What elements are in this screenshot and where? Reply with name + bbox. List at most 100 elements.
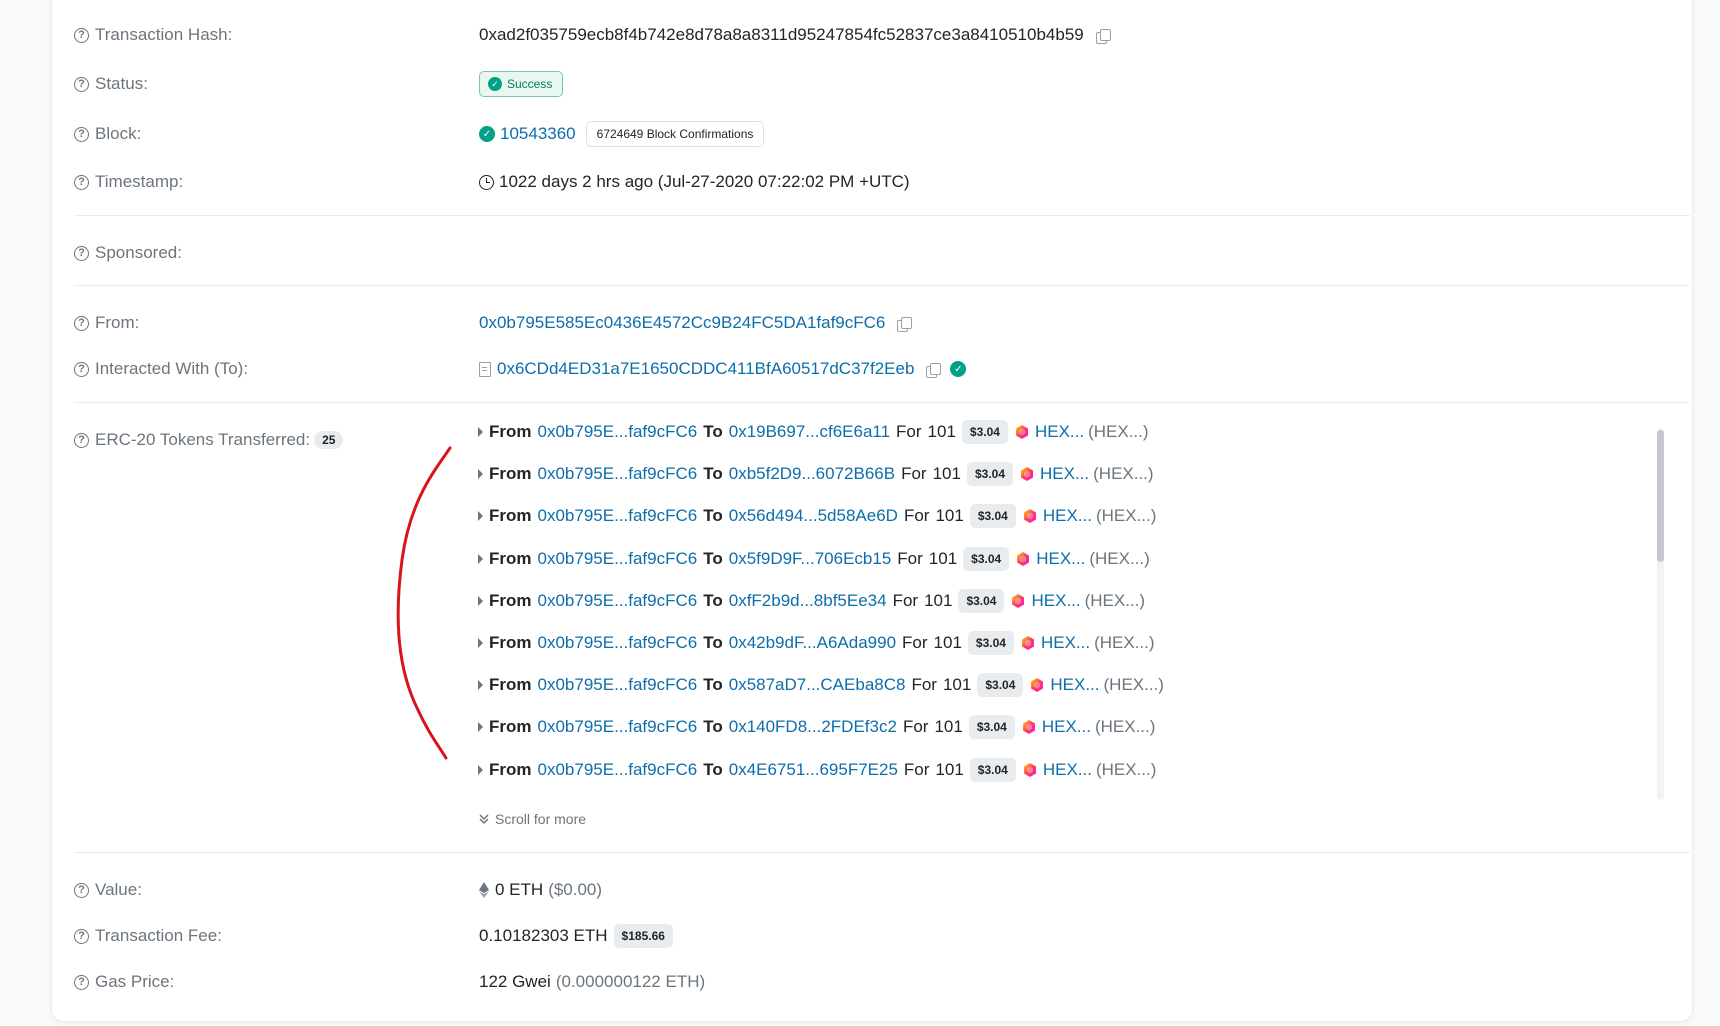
token-transfers-list[interactable]: From 0x0b795E...faf9cFC6 To 0x19B697...cf6E… xyxy=(478,418,1653,800)
scrollbar-thumb[interactable] xyxy=(1657,430,1664,562)
transfer-to-link[interactable]: 0x5f9D9F...706Ecb15 xyxy=(729,549,892,569)
transfer-from-link[interactable]: 0x0b795E...faf9cFC6 xyxy=(538,549,698,569)
question-circle-icon[interactable]: ? xyxy=(74,126,89,142)
gas-row: ? Gas Price: 122 Gwei (0.000000122 ETH) xyxy=(74,968,1690,996)
tx-hash-value: 0xad2f035759ecb8f4b742e8d78a8a8311d95247… xyxy=(479,25,1084,44)
fee-row: ? Transaction Fee: 0.10182303 ETH $185.6… xyxy=(74,922,1690,950)
status-badge: ✓ Success xyxy=(479,71,564,97)
for-word: For xyxy=(903,759,930,779)
to-label-text: Interacted With (To): xyxy=(95,359,249,378)
fee-eth: 0.10182303 ETH xyxy=(479,926,608,945)
gas-label-text: Gas Price: xyxy=(95,972,175,991)
caret-right-icon[interactable] xyxy=(478,638,483,648)
token-transfer-row: From 0x0b795E...faf9cFC6 To 0xb5f2D9...6072… xyxy=(478,460,1154,488)
question-circle-icon[interactable]: ? xyxy=(74,928,89,944)
transfer-from-link[interactable]: 0x0b795E...faf9cFC6 xyxy=(538,633,698,653)
token-name-link[interactable]: HEX... xyxy=(1050,675,1099,695)
caret-right-icon[interactable] xyxy=(478,553,483,564)
caret-right-icon[interactable] xyxy=(478,511,483,522)
transfer-to-link[interactable]: 0x587aD7...CAEba8C8 xyxy=(729,675,906,695)
transfer-to-link[interactable]: 0xb5f2D9...6072B66B xyxy=(729,464,895,484)
question-circle-icon[interactable]: ? xyxy=(74,432,89,448)
transfer-price-badge: $3.04 xyxy=(968,715,1015,740)
transfer-to-link[interactable]: 0x4E6751...695F7E25 xyxy=(729,760,898,780)
token-name-link[interactable]: HEX... xyxy=(1041,633,1090,653)
question-circle-icon[interactable]: ? xyxy=(74,974,89,990)
hex-token-icon xyxy=(1022,720,1035,735)
divider xyxy=(74,215,1690,216)
token-name-link[interactable]: HEX... xyxy=(1035,422,1084,442)
transfer-price-badge: $3.04 xyxy=(961,420,1008,444)
caret-right-icon[interactable] xyxy=(478,764,483,775)
for-word: For xyxy=(896,422,922,441)
transfer-from-link[interactable]: 0x0b795E...faf9cFC6 xyxy=(538,464,698,484)
hex-token-icon xyxy=(1031,678,1044,693)
question-circle-icon[interactable]: ? xyxy=(74,174,89,190)
transfer-price-badge: $3.04 xyxy=(977,673,1024,698)
scroll-for-more[interactable]: Scroll for more xyxy=(478,811,586,827)
transfer-price-badge: $3.04 xyxy=(967,631,1014,655)
gas-eth: (0.000000122 ETH) xyxy=(555,972,706,991)
question-circle-icon[interactable]: ? xyxy=(74,27,89,43)
caret-right-icon[interactable] xyxy=(478,469,483,480)
question-circle-icon[interactable]: ? xyxy=(74,245,89,261)
transfer-from-link[interactable]: 0x0b795E...faf9cFC6 xyxy=(538,506,698,526)
sponsored-row: ? Sponsored: xyxy=(74,239,1690,267)
caret-right-icon[interactable] xyxy=(478,427,483,437)
transfer-price-badge: $3.04 xyxy=(963,546,1010,571)
for-word: For xyxy=(903,506,930,526)
copy-icon[interactable] xyxy=(1095,28,1111,44)
token-symbol: (HEX...) xyxy=(1093,464,1154,484)
token-transfer-row: From 0x0b795E...faf9cFC6 To 0x42b9dF...A6Ad… xyxy=(478,629,1155,657)
caret-right-icon[interactable] xyxy=(478,722,483,733)
transfer-to-link[interactable]: 0x56d494...5d58Ae6D xyxy=(729,506,898,526)
from-word: From xyxy=(489,506,532,526)
from-word: From xyxy=(489,590,532,610)
copy-icon[interactable] xyxy=(897,316,913,332)
token-name-link[interactable]: HEX... xyxy=(1036,549,1085,569)
to-address-link[interactable]: 0x6CDd4ED31a7E1650CDDC411BfA60517dC37f2E… xyxy=(497,359,914,379)
to-word: To xyxy=(703,759,723,779)
transfer-to-link[interactable]: 0x19B697...cf6E6a11 xyxy=(729,422,890,442)
transfer-amount: 101 xyxy=(934,717,963,737)
chevrons-down-icon xyxy=(479,814,489,825)
block-number-link[interactable]: 10543360 xyxy=(500,124,576,144)
gas-gwei: 122 Gwei xyxy=(479,972,551,991)
question-circle-icon[interactable]: ? xyxy=(74,361,89,377)
caret-right-icon[interactable] xyxy=(478,595,483,606)
transfer-to-link[interactable]: 0x140FD8...2FDEf3c2 xyxy=(729,717,897,737)
question-circle-icon[interactable]: ? xyxy=(74,76,89,92)
token-name-link[interactable]: HEX... xyxy=(1043,506,1092,526)
status-row: ? Status: ✓ Success xyxy=(74,67,1690,101)
divider xyxy=(74,402,1690,403)
caret-right-icon[interactable] xyxy=(478,680,483,691)
block-label: ? Block: xyxy=(74,124,479,144)
transfer-from-link[interactable]: 0x0b795E...faf9cFC6 xyxy=(538,760,698,780)
token-name-link[interactable]: HEX... xyxy=(1040,464,1089,484)
clock-icon xyxy=(479,174,494,190)
token-name-link[interactable]: HEX... xyxy=(1043,760,1092,780)
check-circle-icon: ✓ xyxy=(950,361,967,377)
hex-token-icon xyxy=(1021,636,1034,650)
transfer-from-link[interactable]: 0x0b795E...faf9cFC6 xyxy=(538,422,698,442)
transfer-from-link[interactable]: 0x0b795E...faf9cFC6 xyxy=(538,675,698,695)
copy-icon[interactable] xyxy=(926,362,942,378)
token-name-link[interactable]: HEX... xyxy=(1031,591,1080,611)
transfer-from-link[interactable]: 0x0b795E...faf9cFC6 xyxy=(538,591,698,611)
token-name-link[interactable]: HEX... xyxy=(1042,717,1091,737)
transfer-to-link[interactable]: 0x42b9dF...A6Ada990 xyxy=(729,633,896,653)
to-word: To xyxy=(703,590,723,610)
transfer-from-link[interactable]: 0x0b795E...faf9cFC6 xyxy=(538,717,698,737)
to-word: To xyxy=(703,717,723,737)
token-symbol: (HEX...) xyxy=(1089,548,1150,568)
value-label: ? Value: xyxy=(74,880,479,900)
question-circle-icon[interactable]: ? xyxy=(74,315,89,331)
question-circle-icon[interactable]: ? xyxy=(74,882,89,898)
token-symbol: (HEX...) xyxy=(1094,717,1156,737)
transfer-to-link[interactable]: 0xfF2b9d...8bf5Ee34 xyxy=(729,591,887,611)
block-row: ? Block: ✓ 10543360 6724649 Block Confir… xyxy=(74,118,1690,150)
from-word: From xyxy=(489,422,532,441)
tokens-label-text: ERC-20 Tokens Transferred: xyxy=(95,430,311,449)
transfer-price-badge: $3.04 xyxy=(969,757,1016,782)
from-address-link[interactable]: 0x0b795E585Ec0436E4572Cc9B24FC5DA1faf9cF… xyxy=(479,313,885,333)
